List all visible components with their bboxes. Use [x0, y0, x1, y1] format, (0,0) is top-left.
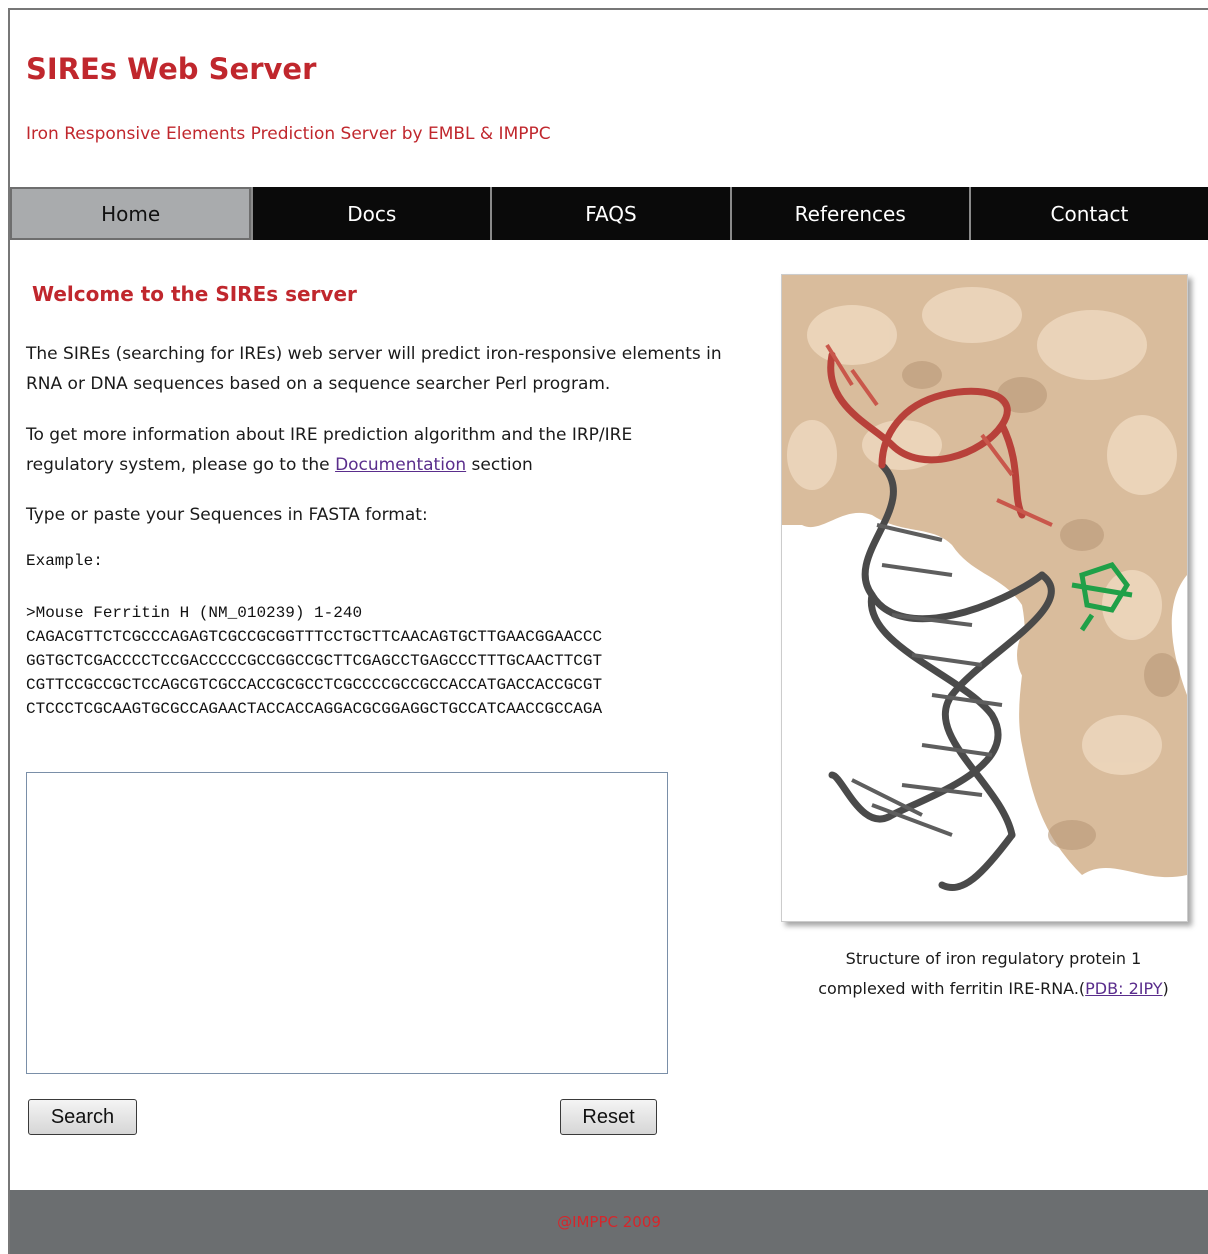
reset-button[interactable]: Reset	[560, 1099, 657, 1135]
example-fasta-header: >Mouse Ferritin H (NM_010239) 1-240	[26, 604, 363, 622]
nav-item-home[interactable]: Home	[10, 187, 252, 240]
info-line-2-prefix: regulatory system, please go to the	[26, 455, 330, 475]
example-sequence-line: GGTGCTCGACCCCTCCGACCCCCGCCGGCCGCTTCGAGCC…	[26, 652, 603, 670]
example-sequence-line: CGTTCCGCCGCTCCAGCGTCGCCACCGCGCCTCGCCCCGC…	[26, 676, 603, 694]
intro-paragraph: The SIREs (searching for IREs) web serve…	[26, 339, 722, 399]
site-title: SIREs Web Server	[26, 52, 317, 86]
pdb-link[interactable]: PDB: 2IPY	[1085, 979, 1162, 998]
sequence-input[interactable]	[26, 772, 668, 1074]
info-line-1: To get more information about IRE predic…	[26, 425, 633, 445]
footer: @IMPPC 2009	[10, 1190, 1208, 1254]
protein-structure-illustration	[782, 275, 1187, 921]
nav-item-contact[interactable]: Contact	[968, 187, 1208, 240]
example-sequence-line: CAGACGTTCTCGCCCAGAGTCGCCGCGGTTTCCTGCTTCA…	[26, 628, 603, 646]
documentation-link[interactable]: Documentation	[335, 455, 466, 475]
intro-line-2: RNA or DNA sequences based on a sequence…	[26, 374, 611, 394]
example-sequence-block: >Mouse Ferritin H (NM_010239) 1-240 CAGA…	[26, 601, 602, 721]
example-sequence-line: CTCCCTCGCAAGTGCGCCAGAACTACCACCAGGACGCGGA…	[26, 700, 603, 718]
figure-caption: Structure of iron regulatory protein 1 c…	[781, 944, 1206, 1004]
instruction-text: Type or paste your Sequences in FASTA fo…	[26, 505, 428, 525]
main-nav: Home Docs FAQS References Contact	[10, 187, 1208, 240]
protein-structure-image	[781, 274, 1188, 922]
caption-line-1: Structure of iron regulatory protein 1	[845, 949, 1142, 968]
nav-item-docs[interactable]: Docs	[251, 187, 491, 240]
example-label: Example:	[26, 552, 103, 570]
nav-item-faqs[interactable]: FAQS	[490, 187, 730, 240]
info-line-2: regulatory system, please go to the Docu…	[26, 450, 632, 480]
welcome-heading: Welcome to the SIREs server	[32, 282, 357, 306]
footer-copyright: @IMPPC 2009	[557, 1213, 661, 1231]
search-button[interactable]: Search	[28, 1099, 137, 1135]
info-paragraph: To get more information about IRE predic…	[26, 420, 632, 480]
site-subtitle: Iron Responsive Elements Prediction Serv…	[26, 124, 551, 144]
caption-line-2: complexed with ferritin IRE-RNA.(PDB: 2I…	[818, 979, 1169, 998]
info-line-2-suffix: section	[471, 455, 533, 475]
intro-line-1: The SIREs (searching for IREs) web serve…	[26, 344, 722, 364]
nav-item-references[interactable]: References	[729, 187, 969, 240]
